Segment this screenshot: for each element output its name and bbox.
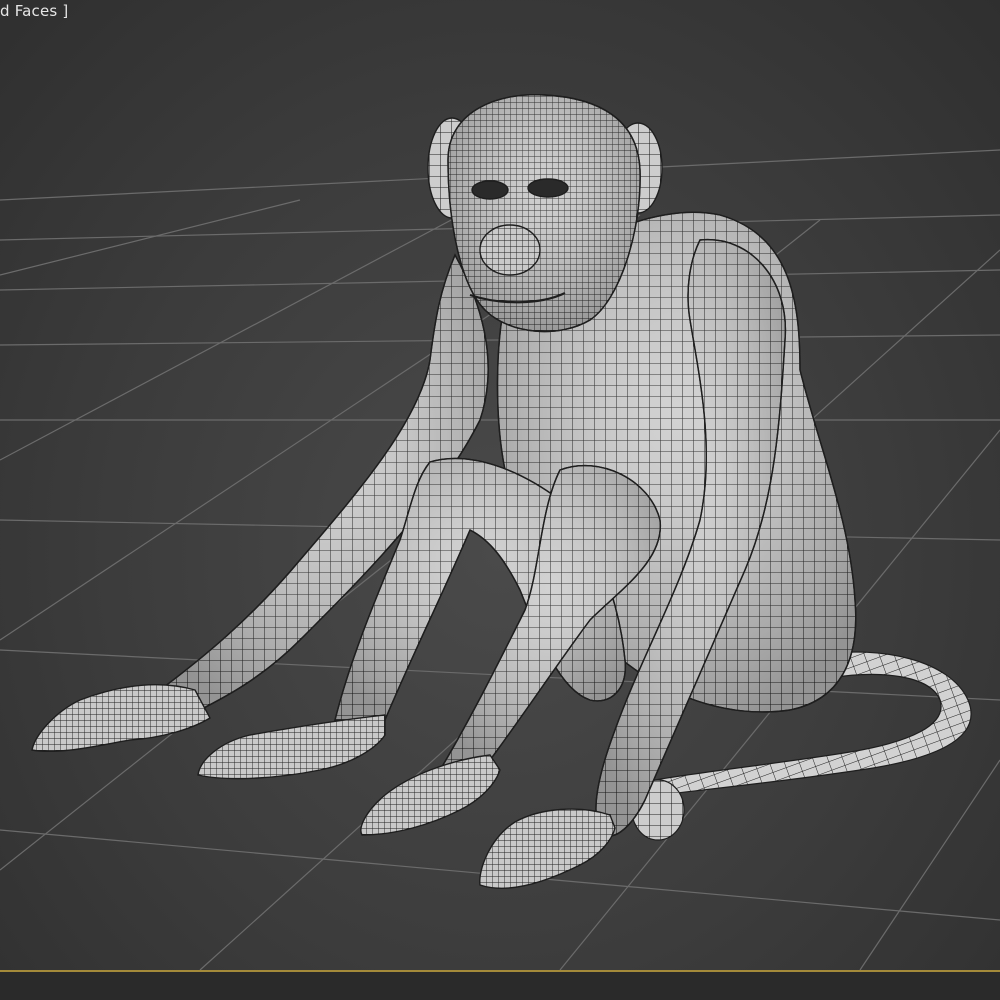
viewport-bottom-border — [0, 970, 1000, 1000]
viewport-shading-label[interactable]: d Faces ] — [0, 2, 68, 20]
viewport-scene[interactable] — [0, 0, 1000, 1000]
3d-viewport[interactable]: d Faces ] — [0, 0, 1000, 1000]
